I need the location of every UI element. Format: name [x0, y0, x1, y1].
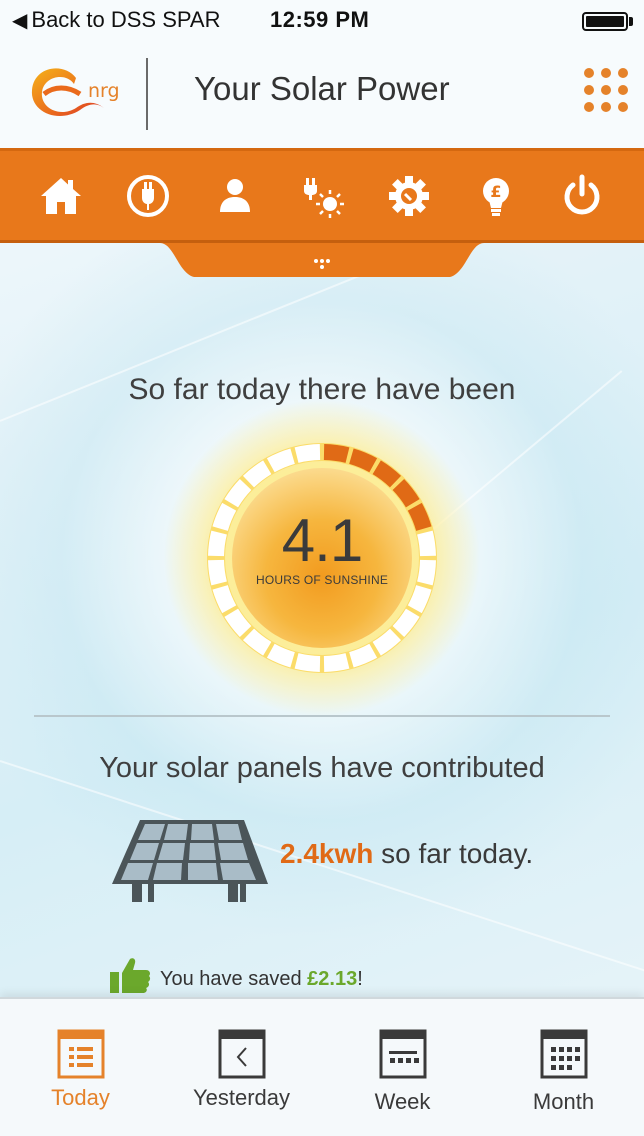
tab-yesterday-label: Yesterday — [192, 1085, 291, 1110]
thumbs-up-icon — [110, 958, 151, 993]
energy-value: 2.4kwh — [280, 838, 374, 869]
lightbulb-pound-icon[interactable]: £ — [469, 169, 523, 223]
status-bar: ◀ Back to DSS SPAR 12:59 PM — [0, 0, 644, 40]
tab-week-label: Week — [374, 1089, 431, 1114]
week-calendar-icon — [379, 1029, 426, 1079]
tab-month[interactable]: Month — [483, 999, 644, 1136]
savings-text: You have saved £2.13! — [160, 968, 363, 995]
battery-tip — [629, 17, 633, 26]
tab-week[interactable]: Week — [322, 999, 483, 1136]
saved-amount: £2.13 — [307, 968, 358, 990]
solar-panel-icon — [112, 820, 268, 902]
sunshine-hours-label: HOURS OF SUNSHINE — [255, 573, 389, 587]
header-divider — [146, 58, 148, 130]
power-icon[interactable] — [555, 169, 609, 223]
logo-text: nrg — [88, 80, 120, 102]
gear-icon[interactable] — [382, 169, 436, 223]
user-icon[interactable] — [208, 169, 262, 223]
page-title: Your Solar Power — [194, 70, 450, 107]
svg-text:£: £ — [490, 182, 501, 201]
saved-suffix: ! — [357, 968, 363, 990]
sunshine-gauge: 4.1 HOURS OF SUNSHINE — [162, 398, 482, 718]
app-header: nrg Your Solar Power — [0, 40, 644, 148]
pull-tab-dots-icon — [314, 259, 330, 269]
back-chevron-icon: ◀ — [12, 9, 28, 32]
tab-today-label: Today — [51, 1085, 110, 1110]
saved-prefix: You have saved — [160, 968, 308, 990]
tab-yesterday[interactable]: Yesterday — [161, 999, 322, 1136]
main-nav-bar: £ — [0, 148, 644, 243]
ring-segment — [294, 653, 321, 672]
back-to-app-link[interactable]: ◀ Back to DSS SPAR — [12, 7, 221, 33]
ring-segment — [294, 444, 321, 463]
period-tab-bar: Today Yesterday Week Month — [0, 997, 644, 1136]
savings-row: You have saved £2.13! — [108, 955, 363, 995]
ring-segment-lit — [323, 444, 350, 463]
menu-dots-icon[interactable] — [584, 68, 628, 116]
month-calendar-icon — [540, 1029, 587, 1079]
energy-suffix: so far today. — [373, 838, 534, 869]
enrg-logo: nrg — [24, 58, 134, 128]
solar-plug-icon[interactable] — [295, 169, 349, 223]
energy-contribution: 2.4kwh so far today. — [280, 838, 533, 870]
sunshine-hours-value: 4.1 — [281, 507, 363, 574]
ring-segment — [323, 653, 350, 672]
home-icon[interactable] — [34, 169, 88, 223]
back-label: Back to DSS SPAR — [31, 7, 221, 32]
tab-today[interactable]: Today — [0, 999, 161, 1136]
section-divider — [34, 715, 610, 717]
today-calendar-icon — [57, 1029, 104, 1079]
tab-month-label: Month — [532, 1089, 595, 1114]
status-clock: 12:59 PM — [270, 7, 370, 32]
plug-icon[interactable] — [121, 169, 175, 223]
yesterday-calendar-icon — [218, 1029, 265, 1079]
contribution-heading: Your solar panels have contributed — [99, 752, 545, 784]
battery-icon — [582, 12, 628, 31]
